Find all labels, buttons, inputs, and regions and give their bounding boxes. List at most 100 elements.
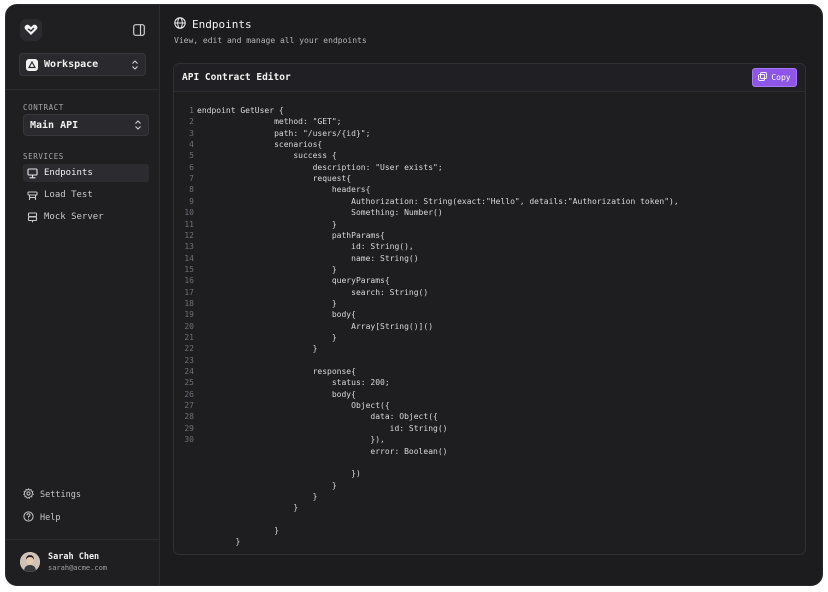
contract-section-label: CONTRACT xyxy=(23,103,64,112)
help-icon xyxy=(23,511,34,525)
line-number: 27 xyxy=(184,401,194,411)
divider xyxy=(6,89,160,90)
line-number: 13 xyxy=(184,242,194,252)
settings-link[interactable]: Settings xyxy=(23,488,81,502)
code-text: endpoint GetUser { xyxy=(197,106,284,115)
code-text: request{ xyxy=(197,174,352,184)
code-text: } xyxy=(197,344,318,354)
code-text: body{ xyxy=(197,310,356,320)
editor-title: API Contract Editor xyxy=(182,72,291,83)
code-text: description: "User exists"; xyxy=(197,162,443,172)
line-number: 17 xyxy=(184,287,194,297)
app-window: Workspace CONTRACT Main API SERVICES End… xyxy=(5,4,823,586)
code-text: scenarios{ xyxy=(197,140,323,150)
line-number: 1 xyxy=(189,106,194,115)
services-section-label: SERVICES xyxy=(23,152,64,161)
line-number: 26 xyxy=(184,389,194,399)
code-text: Object({ xyxy=(197,401,390,411)
avatar xyxy=(20,552,40,572)
line-number: 23 xyxy=(184,355,194,365)
sidebar-item-load-test[interactable]: Load Test xyxy=(23,186,149,204)
code-text: error: Boolean() xyxy=(197,446,448,456)
line-number: 2 xyxy=(189,117,194,127)
workspace-icon xyxy=(26,58,38,71)
server-icon xyxy=(27,211,38,223)
main-content: Endpoints View, edit and manage all your… xyxy=(160,5,822,585)
code-text: Something: Number() xyxy=(197,208,443,218)
line-number: 28 xyxy=(184,412,194,422)
sidebar-item-label: Mock Server xyxy=(44,212,104,222)
line-number: 9 xyxy=(189,196,194,206)
contract-value: Main API xyxy=(30,119,79,131)
line-number: 15 xyxy=(184,264,194,274)
divider xyxy=(6,539,160,540)
page-title-text: Endpoints xyxy=(192,18,252,31)
code-text: } xyxy=(197,503,299,513)
line-number: 30 xyxy=(184,435,194,445)
code-text: search: String() xyxy=(197,287,429,297)
workspace-select[interactable]: Workspace xyxy=(19,53,146,76)
user-email: sarah@acme.com xyxy=(48,564,108,572)
code-text: } xyxy=(197,491,318,501)
code-text: } xyxy=(197,219,337,229)
code-text: body{ xyxy=(197,389,356,399)
gear-icon xyxy=(23,488,34,502)
line-number: 20 xyxy=(184,321,194,331)
line-number: 11 xyxy=(184,219,194,229)
line-number: 8 xyxy=(189,185,194,195)
chevron-up-down-icon xyxy=(131,59,139,70)
code-text: Array[String()]() xyxy=(197,321,434,331)
code-text: } xyxy=(197,480,337,490)
settings-label: Settings xyxy=(40,490,81,500)
api-contract-editor: API Contract Editor Copy 1 endpoint GetUs… xyxy=(173,63,806,555)
chevron-up-down-icon xyxy=(134,120,142,130)
line-number: 29 xyxy=(184,423,194,433)
code-text: queryParams{ xyxy=(197,276,390,286)
line-number: 22 xyxy=(184,344,194,354)
code-text: }), xyxy=(197,435,385,445)
code-text: method: "GET"; xyxy=(197,117,342,127)
code-text: path: "/users/{id}"; xyxy=(197,128,371,138)
sidebar-item-endpoints[interactable]: Endpoints xyxy=(23,164,149,182)
copy-label: Copy xyxy=(771,73,791,82)
line-number: 5 xyxy=(189,151,194,161)
user-name: Sarah Chen xyxy=(48,552,100,562)
globe-icon xyxy=(174,17,186,32)
code-text: } xyxy=(197,298,337,308)
line-number: 7 xyxy=(189,174,194,184)
copy-button[interactable]: Copy xyxy=(752,68,797,87)
line-number: 16 xyxy=(184,276,194,286)
line-number: 21 xyxy=(184,333,194,342)
code-text: Authorization: String(exact:"Hello", det… xyxy=(197,196,679,206)
code-text: name: String() xyxy=(197,253,419,263)
logo[interactable] xyxy=(20,19,42,41)
sidebar-item-mock-server[interactable]: Mock Server xyxy=(23,208,149,226)
line-number: 25 xyxy=(184,378,194,388)
user-profile[interactable]: Sarah Chen sarah@acme.com xyxy=(20,552,107,572)
sidebar-item-label: Load Test xyxy=(44,190,93,200)
workspace-label: Workspace xyxy=(44,59,99,70)
code-text: } xyxy=(197,525,279,535)
line-number: 10 xyxy=(184,208,194,218)
code-text: response{ xyxy=(197,367,356,377)
help-link[interactable]: Help xyxy=(23,511,60,525)
help-label: Help xyxy=(40,513,61,523)
line-number: 6 xyxy=(189,162,194,172)
code-text: id: String() xyxy=(197,423,448,433)
line-number: 18 xyxy=(184,298,194,308)
editor-header: API Contract Editor Copy xyxy=(174,64,805,92)
sidebar: Workspace CONTRACT Main API SERVICES End… xyxy=(6,5,160,585)
contract-select[interactable]: Main API xyxy=(23,114,149,136)
code-text: }) xyxy=(197,469,361,479)
page-title: Endpoints xyxy=(174,17,252,32)
sidebar-toggle-icon[interactable] xyxy=(132,23,146,37)
heart-logo-icon xyxy=(24,24,38,35)
copy-icon xyxy=(758,72,768,83)
code-text: } xyxy=(197,537,241,547)
line-number: 19 xyxy=(184,310,194,320)
code-text: status: 200; xyxy=(197,378,390,388)
code-text: pathParams{ xyxy=(197,230,385,240)
line-number: 24 xyxy=(184,367,194,377)
code-text: success { xyxy=(197,151,337,161)
load-test-icon xyxy=(27,190,38,201)
